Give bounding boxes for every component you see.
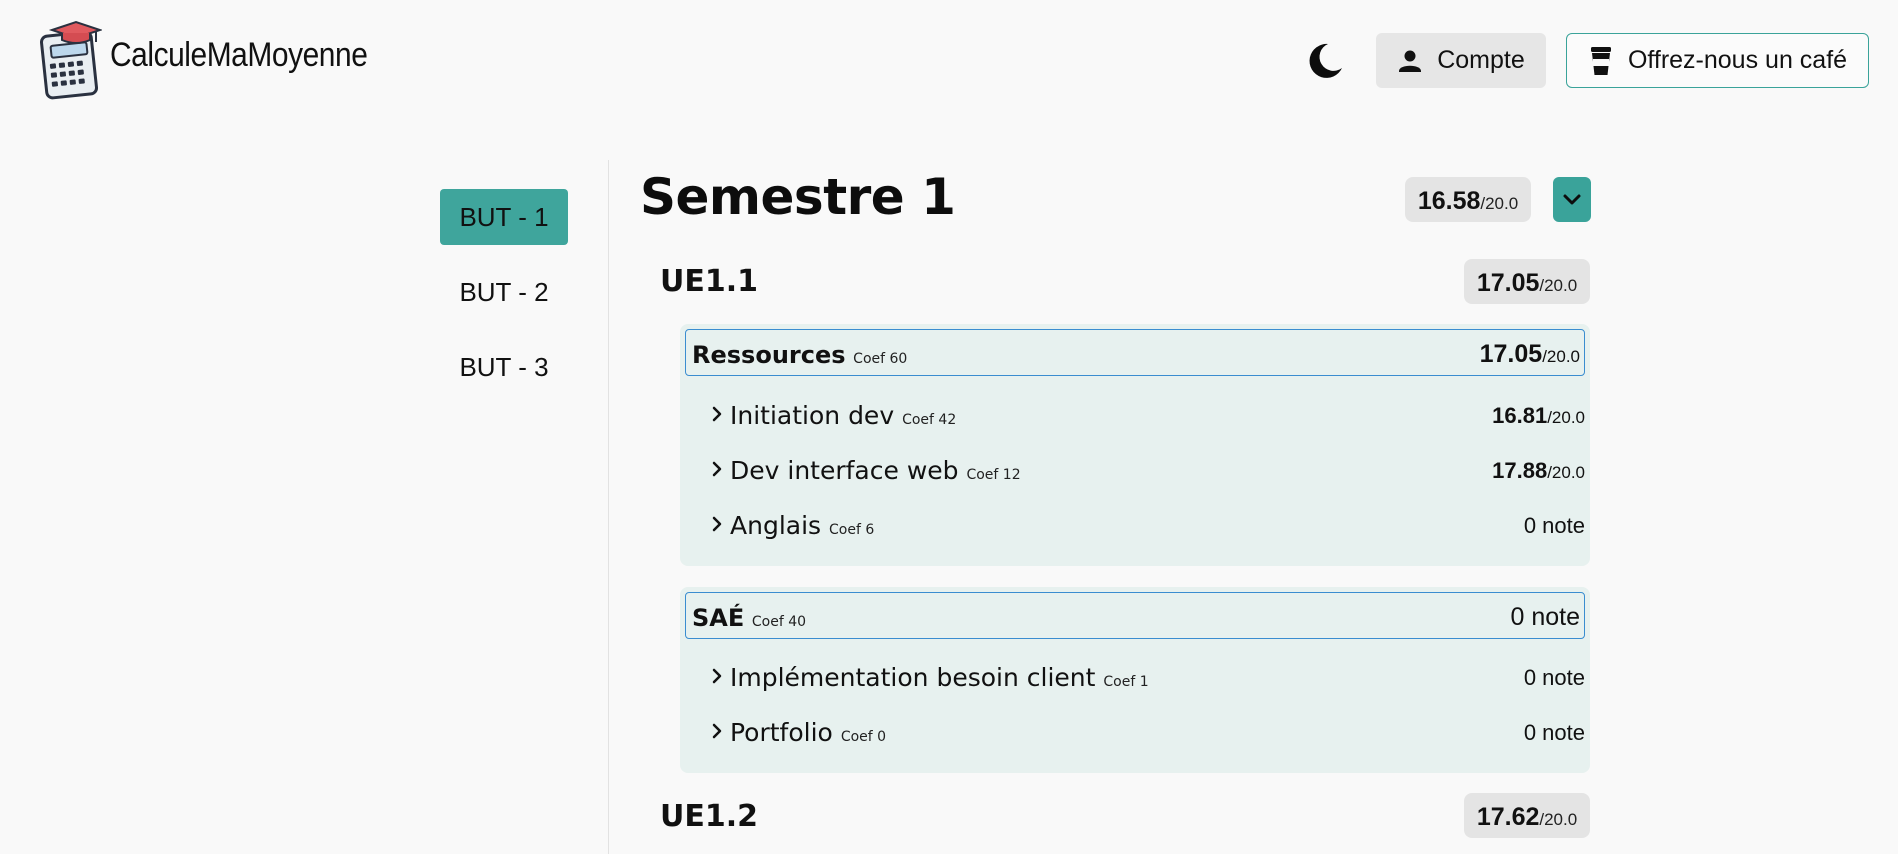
ressources-grade: 17.05 /20.0 — [1480, 340, 1580, 369]
module-row-initiation-dev[interactable]: Initiation dev Coef 42 16.81 /20.0 — [680, 395, 1590, 435]
ressources-grade-value: 17.05 — [1479, 340, 1543, 368]
module-coef: Coef 1 — [1103, 674, 1149, 690]
chevron-right-icon — [712, 461, 722, 477]
module-title: Implémentation besoin client — [730, 663, 1096, 692]
semester-grade-denominator: /20.0 — [1480, 194, 1519, 213]
module-coef: Coef 12 — [966, 467, 1021, 483]
account-button-label: Compte — [1437, 46, 1525, 74]
module-row-dev-interface-web[interactable]: Dev interface web Coef 12 17.88 /20.0 — [680, 450, 1590, 490]
module-grade: 16.81 /20.0 — [1492, 403, 1585, 429]
moon-icon[interactable] — [1302, 38, 1346, 82]
sae-header[interactable]: SAÉ Coef 40 0 note — [685, 592, 1585, 639]
chevron-right-icon — [712, 406, 722, 422]
ue-grade-denominator: /20.0 — [1539, 810, 1578, 829]
collapse-semester-button[interactable] — [1553, 177, 1591, 222]
module-coef: Coef 42 — [902, 412, 957, 428]
module-grade-denominator: /20.0 — [1547, 408, 1585, 427]
module-note-count: 0 note — [1523, 513, 1585, 538]
module-name: Initiation dev Coef 42 — [730, 401, 956, 430]
year-tab-but-1[interactable]: BUT - 1 — [440, 189, 568, 245]
module-grade-value: 17.88 — [1492, 458, 1548, 483]
ressources-grade-denominator: /20.0 — [1542, 347, 1580, 366]
year-tab-but-2[interactable]: BUT - 2 — [440, 264, 568, 320]
chevron-right-icon — [712, 516, 722, 532]
account-button[interactable]: Compte — [1376, 33, 1546, 88]
module-note-count: 0 note — [1523, 665, 1585, 690]
module-grade: 0 note — [1524, 513, 1585, 539]
semester-grade-badge: 16.58 /20.0 — [1405, 177, 1531, 222]
module-row-portfolio[interactable]: Portfolio Coef 0 0 note — [680, 712, 1590, 752]
semester-grade-value: 16.58 — [1417, 187, 1481, 215]
module-name: Anglais Coef 6 — [730, 511, 874, 540]
ue-grade-badge: 17.62 /20.0 — [1464, 793, 1590, 838]
sae-panel: SAÉ Coef 40 0 note Implémentation besoin… — [680, 587, 1590, 773]
ue-grade-value: 17.62 — [1476, 803, 1540, 831]
buy-coffee-label: Offrez-nous un café — [1627, 46, 1848, 74]
module-grade-value: 16.81 — [1492, 403, 1548, 428]
sae-grade: 0 note — [1510, 603, 1580, 632]
ue-grade-badge: 17.05 /20.0 — [1464, 259, 1590, 304]
module-note-count: 0 note — [1523, 720, 1585, 745]
module-name: Portfolio Coef 0 — [730, 718, 886, 747]
buy-coffee-button[interactable]: Offrez-nous un café — [1566, 33, 1869, 88]
calculator-logo-icon[interactable] — [40, 20, 102, 100]
module-grade-denominator: /20.0 — [1547, 463, 1585, 482]
module-title: Anglais — [730, 511, 822, 540]
sae-label: SAÉ Coef 40 — [692, 604, 806, 632]
year-tab-but-3[interactable]: BUT - 3 — [440, 339, 568, 395]
semester-title: Semestre 1 — [640, 168, 956, 226]
ressources-header[interactable]: Ressources Coef 60 17.05 /20.0 — [685, 329, 1585, 376]
sae-title: SAÉ — [692, 604, 745, 632]
module-title: Initiation dev — [730, 401, 895, 430]
ue-grade-denominator: /20.0 — [1539, 276, 1578, 295]
chevron-right-icon — [712, 668, 722, 684]
top-header: CalculeMaMoyenne Compte Offrez-nous un c… — [0, 0, 1898, 120]
module-row-implementation-besoin-client[interactable]: Implémentation besoin client Coef 1 0 no… — [680, 657, 1590, 697]
ue-title[interactable]: UE1.2 — [660, 799, 758, 834]
ue-grade-value: 17.05 — [1476, 269, 1540, 297]
module-name: Dev interface web Coef 12 — [730, 456, 1021, 485]
coffee-cup-icon — [1590, 46, 1611, 75]
module-title: Portfolio — [730, 718, 833, 747]
sae-note-count: 0 note — [1510, 603, 1580, 631]
module-grade: 0 note — [1524, 720, 1585, 746]
chevron-right-icon — [712, 723, 722, 739]
module-name: Implémentation besoin client Coef 1 — [730, 663, 1149, 692]
ressources-title: Ressources — [692, 341, 846, 369]
module-coef: Coef 6 — [829, 522, 875, 538]
module-grade: 0 note — [1524, 665, 1585, 691]
module-coef: Coef 0 — [840, 729, 887, 745]
ressources-panel: Ressources Coef 60 17.05 /20.0 Initiatio… — [680, 324, 1590, 566]
vertical-divider — [608, 160, 609, 854]
ressources-coef: Coef 60 — [853, 351, 908, 367]
sae-coef: Coef 40 — [751, 614, 807, 630]
brand-name[interactable]: CalculeMaMoyenne — [110, 36, 368, 75]
module-grade: 17.88 /20.0 — [1492, 458, 1585, 484]
ue-title[interactable]: UE1.1 — [660, 264, 758, 299]
ressources-label: Ressources Coef 60 — [692, 341, 907, 369]
module-row-anglais[interactable]: Anglais Coef 6 0 note — [680, 505, 1590, 545]
person-icon — [1399, 50, 1422, 72]
module-title: Dev interface web — [730, 456, 959, 485]
chevron-down-icon — [1563, 194, 1581, 204]
year-navigation: BUT - 1 BUT - 2 BUT - 3 — [440, 189, 570, 414]
